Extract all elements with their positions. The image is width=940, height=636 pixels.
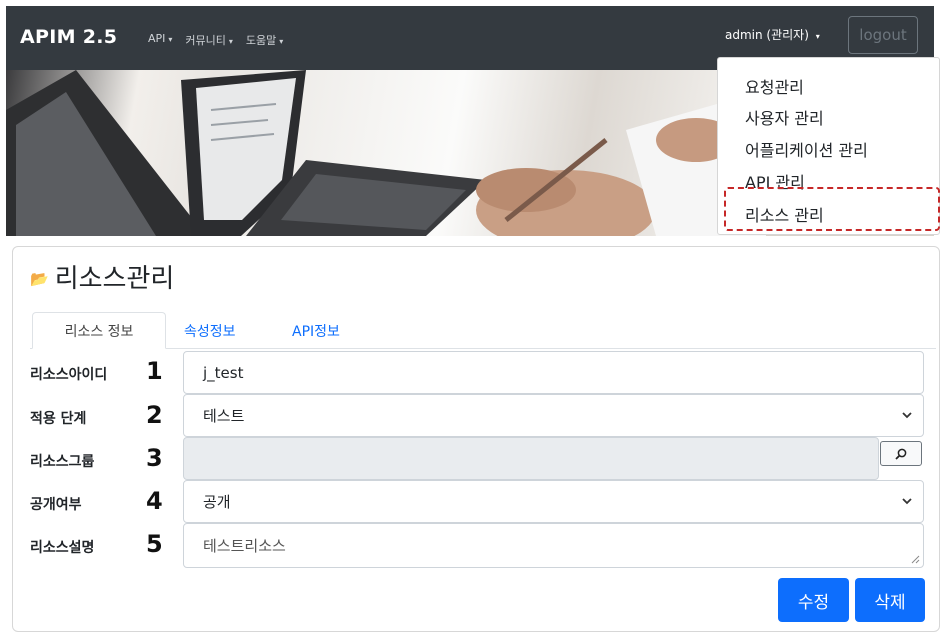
nav-item-api[interactable]: API ▾ — [148, 32, 172, 48]
nav-item-community[interactable]: 커뮤니티 ▾ — [185, 32, 233, 48]
resource-group-input — [183, 437, 879, 480]
page-title-text: 리소스관리 — [54, 264, 175, 294]
dropdown-item-application-management[interactable]: 어플리케이션 관리 — [745, 137, 868, 161]
app-brand[interactable]: APIM 2.5 — [20, 26, 117, 48]
user-menu[interactable]: admin (관리자) ▾ — [725, 26, 820, 43]
resource-id-input[interactable]: j_test — [183, 351, 924, 394]
caret-down-icon: ▾ — [228, 37, 233, 46]
search-icon — [895, 448, 907, 460]
folder-open-icon: 📂 — [30, 270, 49, 288]
visibility-label: 공개여부 — [30, 497, 82, 513]
highlight-box — [724, 187, 940, 231]
dropdown-item-user-management[interactable]: 사용자 관리 — [745, 105, 824, 129]
caret-down-icon: ▾ — [168, 35, 173, 44]
user-menu-label: admin (관리자) — [725, 28, 809, 42]
nav-item-label: 도움말 — [245, 34, 277, 47]
main-nav: API ▾ 커뮤니티 ▾ 도움말 ▾ — [148, 32, 283, 48]
stage-label: 적용 단계 — [30, 411, 87, 427]
row-number-marker: 5 — [146, 530, 163, 558]
resource-group-label: 리소스그룹 — [30, 454, 95, 470]
stage-select[interactable]: 테스트 — [183, 394, 924, 437]
page-title: 📂 리소스관리 — [30, 258, 174, 295]
row-number-marker: 4 — [146, 487, 163, 515]
description-text: 테스트리소스 — [203, 537, 286, 555]
tab-resource-info[interactable]: 리소스 정보 — [32, 312, 166, 349]
visibility-select-value: 공개 — [203, 493, 231, 511]
row-number-marker: 3 — [146, 444, 163, 472]
chevron-down-icon — [902, 498, 912, 505]
dropdown-item-request-management[interactable]: 요청관리 — [745, 74, 804, 98]
caret-down-icon: ▾ — [815, 32, 820, 41]
description-textarea[interactable]: 테스트리소스 — [183, 523, 924, 568]
visibility-select[interactable]: 공개 — [183, 480, 924, 523]
description-label: 리소스설명 — [30, 540, 95, 556]
resize-grip-icon[interactable] — [911, 555, 920, 564]
delete-button[interactable]: 삭제 — [855, 578, 925, 622]
resource-id-label: 리소스아이디 — [30, 367, 108, 383]
stage-select-value: 테스트 — [203, 407, 245, 425]
chevron-down-icon — [902, 412, 912, 419]
tab-attribute-info[interactable]: 속성정보 — [184, 312, 236, 349]
nav-item-help[interactable]: 도움말 ▾ — [246, 32, 283, 48]
row-number-marker: 2 — [146, 401, 163, 429]
row-number-marker: 1 — [146, 357, 163, 385]
resource-group-search-button[interactable] — [880, 441, 922, 466]
nav-item-label: API — [148, 32, 166, 45]
nav-item-label: 커뮤니티 — [185, 34, 226, 47]
edit-button[interactable]: 수정 — [778, 578, 849, 622]
tab-api-info[interactable]: API정보 — [292, 312, 340, 349]
caret-down-icon: ▾ — [279, 37, 284, 46]
logout-button[interactable]: logout — [848, 16, 918, 54]
